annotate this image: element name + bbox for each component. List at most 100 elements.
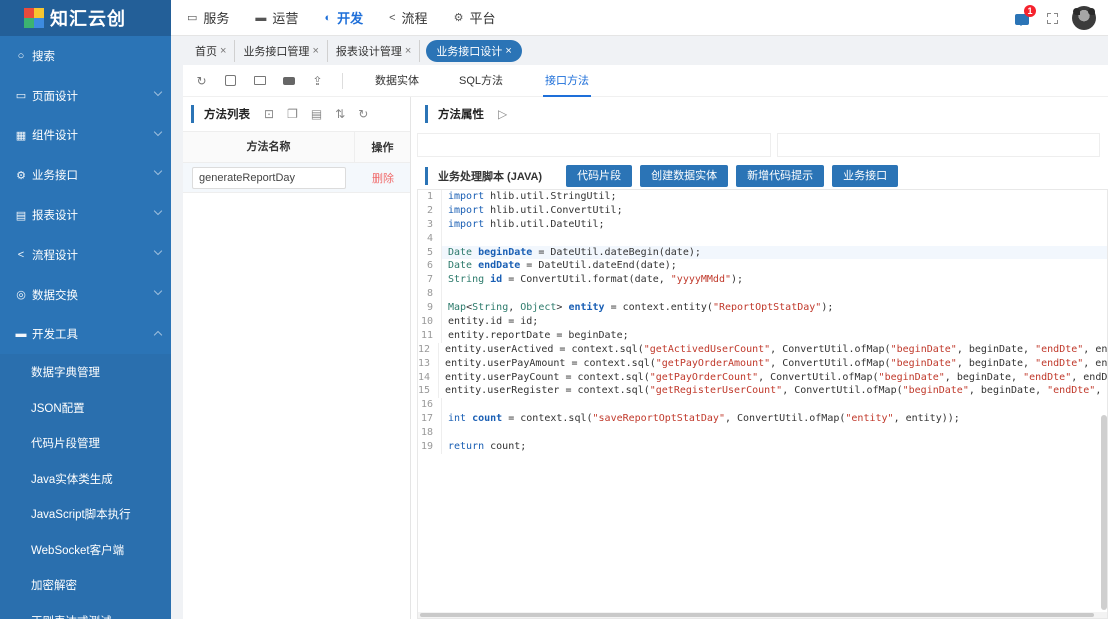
sidebar-item-label: 报表设计 <box>32 210 78 223</box>
script-button[interactable]: 新增代码提示 <box>736 165 825 187</box>
top-nav-item[interactable]: ▭ 服务 <box>187 8 229 27</box>
save-icon[interactable] <box>224 74 237 87</box>
script-button[interactable]: 代码片段 <box>566 165 633 187</box>
page-tab[interactable]: 首页 × <box>187 39 236 62</box>
sidebar-subitem[interactable]: 加密解密 <box>0 567 171 603</box>
line-number: 14 <box>418 370 440 385</box>
sidebar-item-2[interactable]: ▦ 组件设计 <box>0 116 171 156</box>
logo-icon <box>24 8 44 28</box>
line-number: 11 <box>418 328 442 343</box>
sidebar-subitem[interactable]: 数据字典管理 <box>0 354 171 390</box>
method-prop-field[interactable] <box>417 133 771 157</box>
code-line: 3 import hlib.util.DateUtil; <box>418 217 1107 232</box>
sidebar-item-6[interactable]: ◎ 数据交换 <box>0 275 171 315</box>
print-icon[interactable] <box>282 74 295 87</box>
code-text: Date beginDate = DateUtil.dateBegin(date… <box>448 246 701 258</box>
line-number: 1 <box>418 190 442 204</box>
paste-icon[interactable]: ▤ <box>311 107 322 121</box>
close-icon[interactable]: × <box>505 45 511 57</box>
line-number: 16 <box>418 398 442 413</box>
chevron-down-icon <box>153 127 163 136</box>
tab-label: 业务接口管理 <box>243 45 310 58</box>
code-text: entity.userPayAmount = context.sql("getP… <box>445 357 1108 369</box>
code-text: entity.userPayCount = context.sql("getPa… <box>445 371 1108 383</box>
upload-icon[interactable]: ⇪ <box>311 74 324 88</box>
nav-label: 流程 <box>401 11 428 26</box>
avatar[interactable] <box>1072 6 1096 30</box>
close-icon[interactable]: × <box>220 45 226 57</box>
fullscreen-icon[interactable] <box>1047 12 1058 24</box>
nav-label: 平台 <box>469 11 496 26</box>
refresh-icon[interactable]: ↻ <box>195 74 208 88</box>
sidebar-item-0[interactable]: ○ 搜索 <box>0 36 171 76</box>
sidebar-item-3[interactable]: ⚙ 业务接口 <box>0 155 171 195</box>
search-icon: ○ <box>17 49 25 62</box>
method-props-title: 方法属性 <box>438 109 484 121</box>
chevron-down-icon <box>153 206 163 216</box>
method-table-header: 方法名称 操作 <box>183 131 410 163</box>
editor-subtab[interactable]: 接口方法 <box>543 65 592 97</box>
chevron-down-icon <box>153 87 163 97</box>
close-icon[interactable]: × <box>312 45 318 57</box>
sidebar-subitem[interactable]: 代码片段管理 <box>0 425 171 461</box>
script-button[interactable]: 业务接口 <box>832 165 899 187</box>
toolbox-icon: ▬ <box>15 328 27 341</box>
sidebar-item-5[interactable]: < 流程设计 <box>0 235 171 275</box>
sidebar-subitem[interactable]: JSON配置 <box>0 389 171 426</box>
horizontal-scrollbar[interactable] <box>418 612 1107 618</box>
code-line: 12 entity.userActived = context.sql("getA… <box>418 342 1107 357</box>
method-list-pane: 方法列表 ⊡ ❐ ▤ ⇅ ↻ 方法名称 操作 generateReportDay… <box>183 97 411 619</box>
page-tab[interactable]: 业务接口设计 × <box>426 39 522 62</box>
code-line: 7 String id = ConvertUtil.format(date, "y… <box>418 273 1107 288</box>
table-row[interactable]: generateReportDay 删除 <box>183 163 410 193</box>
line-number: 9 <box>418 301 442 316</box>
method-name-field[interactable]: generateReportDay <box>192 166 346 189</box>
editor-subtab[interactable]: 数据实体 <box>375 65 419 97</box>
line-number: 8 <box>418 287 442 302</box>
vertical-scrollbar[interactable] <box>1101 415 1107 610</box>
page-tab[interactable]: 业务接口管理 × <box>235 39 328 62</box>
sidebar-subitem[interactable]: WebSocket客户端 <box>0 531 171 568</box>
copy-icon[interactable]: ❐ <box>287 107 298 121</box>
sidebar-item-label: 开发工具 <box>32 329 78 342</box>
editor-subtab[interactable]: SQL方法 <box>459 65 503 97</box>
sidebar-item-4[interactable]: ▤ 报表设计 <box>0 195 171 235</box>
code-editor[interactable]: 1 import hlib.util.StringUtil; 2 import hli… <box>417 189 1108 619</box>
top-nav-item[interactable]: ◐ 开发 <box>324 8 363 27</box>
line-number: 4 <box>418 231 442 246</box>
page-tabs: 首页 × 业务接口管理 × 报表设计管理 × 业务接口设计 × <box>171 36 1108 65</box>
method-prop-field[interactable] <box>777 133 1100 157</box>
script-title: 业务处理脚本 (JAVA) <box>438 171 543 183</box>
folder-icon[interactable] <box>253 74 266 87</box>
sidebar-item-1[interactable]: ▭ 页面设计 <box>0 76 171 116</box>
sidebar-item-7[interactable]: ▬ 开发工具 <box>0 315 171 355</box>
top-nav-items: ▭ 服务 ▬ 运营 ◐ 开发 < 流程 ⚙ 平台 <box>171 8 505 27</box>
method-detail-pane: 方法属性 ▷ 业务处理脚本 (JAVA) 代码片段 创建数据实体 新增代码提示 业务接… <box>417 97 1108 619</box>
code-line: 14 entity.userPayCount = context.sql("get… <box>418 370 1108 385</box>
code-line: 15 entity.userRegister = context.sql("get… <box>418 384 1107 399</box>
code-text: String id = ConvertUtil.format(date, "yy… <box>448 274 744 286</box>
top-nav-item[interactable]: ⚙ 平台 <box>454 8 496 27</box>
nav-icon: ▬ <box>255 11 267 24</box>
nav-icon: < <box>389 11 396 24</box>
sort-icon[interactable]: ⇅ <box>335 107 345 121</box>
add-icon[interactable]: ⊡ <box>264 107 274 121</box>
top-right-tools: 1 <box>1015 0 1096 36</box>
toolbar: ↻ ⇪ 数据实体 SQL方法 接口方法 <box>183 65 1108 97</box>
line-number: 7 <box>418 273 442 288</box>
top-nav-item[interactable]: < 流程 <box>389 8 427 27</box>
sidebar-subitem[interactable]: 正则表达式测试 <box>0 602 171 619</box>
run-icon[interactable]: ▷ <box>498 107 507 121</box>
top-nav-item[interactable]: ▬ 运营 <box>255 8 298 27</box>
logo[interactable]: 知汇云创 <box>0 0 171 36</box>
sidebar-subitem[interactable]: Java实体类生成 <box>0 460 171 497</box>
page-tab[interactable]: 报表设计管理 × <box>328 39 421 62</box>
script-button[interactable]: 创建数据实体 <box>640 165 729 187</box>
grid-icon: ▦ <box>15 129 27 142</box>
message-icon[interactable]: 1 <box>1015 5 1036 26</box>
sidebar-subitem[interactable]: JavaScript脚本执行 <box>0 496 171 532</box>
delete-link[interactable]: 删除 <box>372 170 394 186</box>
refresh-icon[interactable]: ↻ <box>358 107 368 121</box>
code-line: 19 return count; <box>418 440 1107 454</box>
close-icon[interactable]: × <box>405 45 411 57</box>
